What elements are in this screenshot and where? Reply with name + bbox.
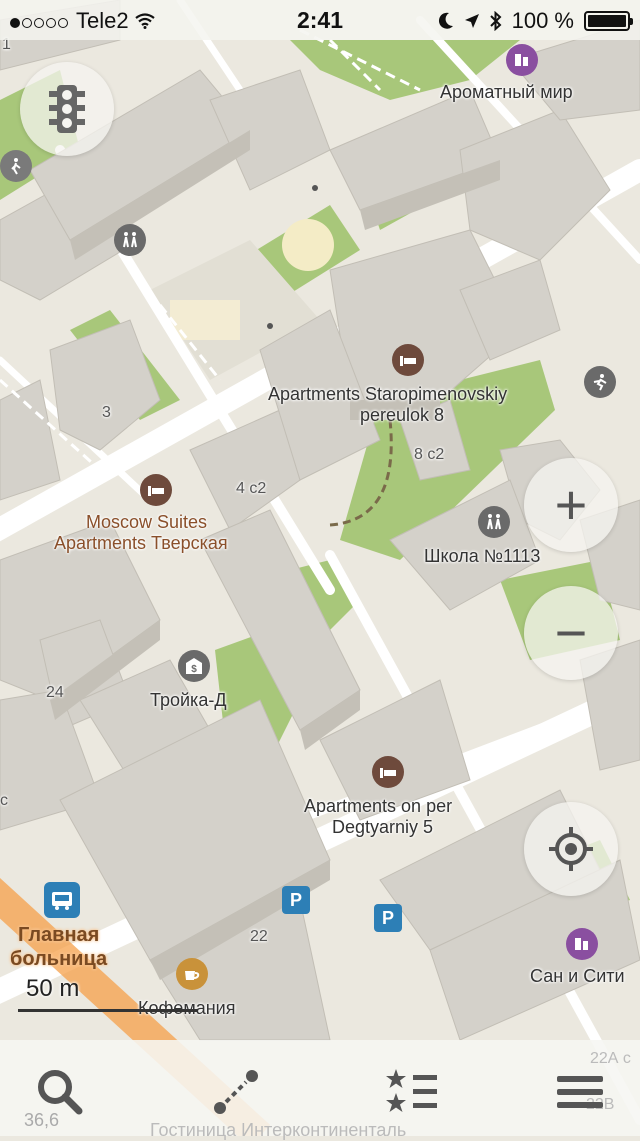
plus-icon: + xyxy=(554,473,588,536)
location-arrow-icon xyxy=(464,14,479,28)
menu-button[interactable] xyxy=(550,1062,610,1122)
hotel-poi-icon[interactable] xyxy=(372,756,404,788)
hotel-poi-icon[interactable] xyxy=(140,474,172,506)
bookmarks-button[interactable] xyxy=(382,1062,442,1122)
parking-icon[interactable]: P xyxy=(374,904,402,932)
scale-label: 50 m xyxy=(26,975,80,1002)
search-button[interactable] xyxy=(30,1062,90,1122)
poi-label: Apartments on per xyxy=(304,796,453,816)
zoom-out-button[interactable]: − xyxy=(524,586,618,680)
poi-label: Ароматный мир xyxy=(440,82,573,102)
house-number: 24 xyxy=(46,684,64,701)
bus-station-icon[interactable] xyxy=(44,882,80,918)
moon-icon xyxy=(438,12,453,29)
traffic-button[interactable] xyxy=(20,62,114,156)
poi-label: Apartments Staropimenovskiy xyxy=(268,384,508,404)
house-number: 4 с2 xyxy=(236,480,267,497)
poi-label: Apartments Тверская xyxy=(54,533,228,553)
map-scale: 50 m xyxy=(18,975,198,1012)
house-number: 3 xyxy=(102,404,111,421)
school-poi-icon[interactable] xyxy=(114,224,146,256)
battery-icon xyxy=(584,11,633,31)
bluetooth-icon xyxy=(489,11,502,31)
svg-text:$: $ xyxy=(191,664,197,675)
school-poi-icon[interactable] xyxy=(478,506,510,538)
parking-icon[interactable]: P xyxy=(282,886,310,914)
poi-label: больница xyxy=(10,948,108,970)
bookmarks-icon xyxy=(386,1069,437,1112)
route-button[interactable] xyxy=(206,1062,266,1122)
zoom-in-button[interactable]: + xyxy=(524,458,618,552)
pedestrian-poi-icon[interactable] xyxy=(0,150,32,182)
menu-icon xyxy=(557,1076,603,1108)
status-bar: Tele2 2:41 100 % xyxy=(0,0,640,40)
shop-poi-icon[interactable] xyxy=(506,44,538,76)
house-number: с xyxy=(0,792,8,809)
hotel-poi-icon[interactable] xyxy=(392,344,424,376)
poi-label: Тройка-Д xyxy=(150,690,227,710)
battery-percent: 100 % xyxy=(511,8,574,33)
house-number: 8 с2 xyxy=(414,446,445,463)
poi-label: Degtyarniy 5 xyxy=(332,817,434,837)
my-location-button[interactable] xyxy=(524,802,618,896)
poi-label: Школа №1113 xyxy=(424,546,541,566)
bank-poi-icon[interactable]: $ xyxy=(178,650,210,682)
traffic-light-icon xyxy=(49,85,85,133)
minus-icon: − xyxy=(554,601,588,664)
faded-label: Гостиница Интерконтиненталь xyxy=(150,1120,407,1140)
poi-label: Главная xyxy=(18,924,100,946)
bottom-toolbar: 22А с 22В 36,6 Гостиница Интерконтинента… xyxy=(0,1040,640,1140)
poi-label: pereulok 8 xyxy=(360,405,445,425)
house-number: 22 xyxy=(250,928,268,945)
status-right: 100 % xyxy=(438,8,633,34)
route-icon xyxy=(214,1070,258,1114)
shop-poi-icon[interactable] xyxy=(566,928,598,960)
search-icon xyxy=(38,1070,83,1115)
scale-bar xyxy=(18,1009,198,1012)
sport-poi-icon[interactable] xyxy=(584,366,616,398)
poi-label: Moscow Suites xyxy=(86,512,208,532)
crosshair-icon xyxy=(549,827,593,871)
poi-label: Сан и Сити xyxy=(530,966,625,986)
